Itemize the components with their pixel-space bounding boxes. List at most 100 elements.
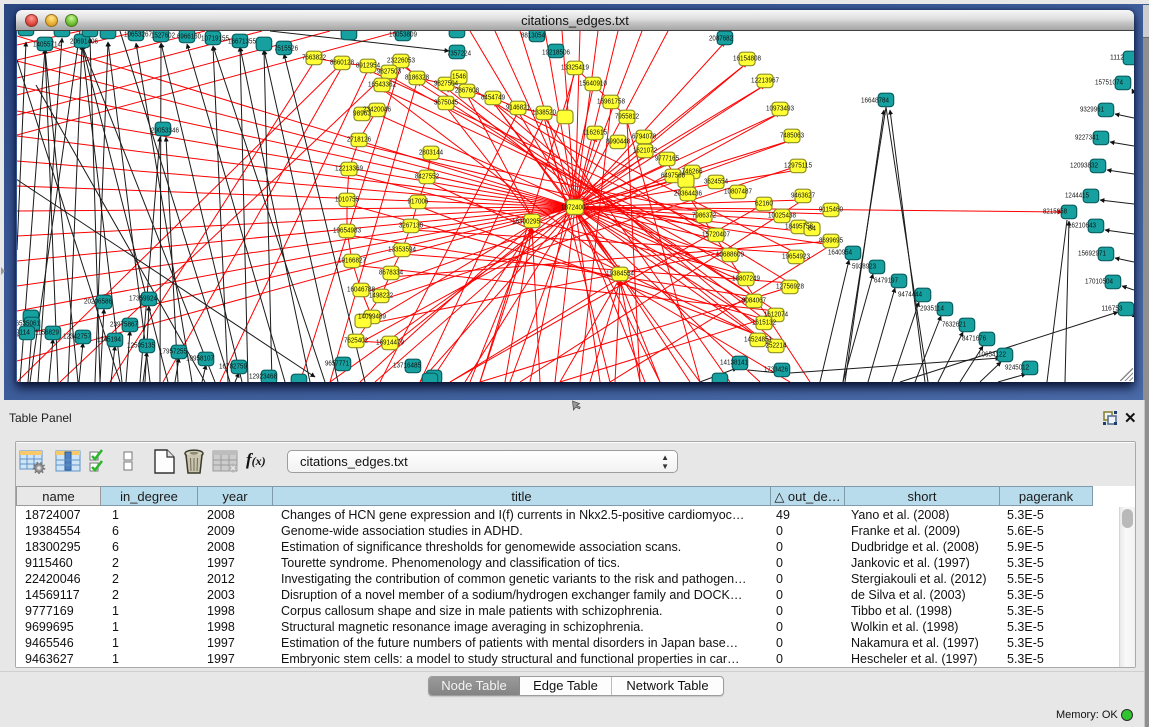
svg-text:9115460: 9115460 bbox=[819, 205, 843, 214]
svg-text:3624554: 3624554 bbox=[704, 177, 728, 186]
svg-text:6479197: 6479197 bbox=[874, 276, 898, 285]
svg-text:20691406: 20691406 bbox=[70, 37, 98, 46]
svg-text:17010504: 17010504 bbox=[1085, 277, 1113, 286]
svg-text:252214: 252214 bbox=[766, 341, 787, 350]
svg-text:12213967: 12213967 bbox=[751, 76, 779, 85]
svg-text:9084067: 9084067 bbox=[742, 296, 766, 305]
svg-text:2867608: 2867608 bbox=[455, 86, 479, 95]
svg-text:17957255: 17957255 bbox=[159, 347, 187, 356]
svg-text:2803144: 2803144 bbox=[419, 148, 443, 157]
svg-text:16210643: 16210643 bbox=[1068, 221, 1096, 230]
svg-text:9329961: 9329961 bbox=[1080, 105, 1104, 114]
svg-text:20364436: 20364436 bbox=[674, 189, 702, 198]
svg-text:8813054: 8813054 bbox=[521, 31, 545, 40]
svg-text:8990448: 8990448 bbox=[606, 137, 630, 146]
svg-text:15640910: 15640910 bbox=[579, 79, 607, 88]
svg-text:18300295: 18300295 bbox=[512, 217, 540, 226]
svg-text:62160: 62160 bbox=[755, 199, 773, 208]
svg-text:16648784: 16648784 bbox=[861, 96, 889, 105]
svg-text:2935114: 2935114 bbox=[920, 304, 944, 313]
svg-text:3675045: 3675045 bbox=[434, 98, 458, 107]
svg-text:917006: 917006 bbox=[408, 197, 429, 206]
svg-text:7625402: 7625402 bbox=[344, 336, 368, 345]
svg-text:10958107: 10958107 bbox=[186, 354, 214, 363]
svg-text:8678334: 8678334 bbox=[379, 268, 403, 277]
svg-text:1498222: 1498222 bbox=[369, 291, 393, 300]
svg-text:23226053: 23226053 bbox=[387, 56, 415, 65]
svg-text:12342757: 12342757 bbox=[63, 332, 91, 341]
svg-text:7485063: 7485063 bbox=[780, 131, 804, 140]
svg-text:23975867: 23975867 bbox=[110, 320, 138, 329]
svg-text:10973493: 10973493 bbox=[766, 104, 794, 113]
svg-text:9146821: 9146821 bbox=[506, 103, 530, 112]
svg-text:9777165: 9777165 bbox=[655, 154, 679, 163]
svg-text:15751074: 15751074 bbox=[1095, 78, 1123, 87]
svg-text:16914479: 16914479 bbox=[376, 338, 404, 347]
svg-text:8454749: 8454749 bbox=[481, 93, 505, 102]
svg-text:16961758: 16961758 bbox=[597, 97, 625, 106]
svg-text:8186328: 8186328 bbox=[405, 73, 429, 82]
svg-text:13716485: 13716485 bbox=[393, 361, 421, 370]
svg-text:14138141: 14138141 bbox=[720, 358, 748, 367]
svg-text:98963: 98963 bbox=[353, 109, 371, 118]
svg-text:19384554: 19384554 bbox=[606, 269, 634, 278]
svg-text:15720407: 15720407 bbox=[702, 230, 730, 239]
svg-text:9474444: 9474444 bbox=[898, 290, 922, 299]
svg-text:1010755: 1010755 bbox=[335, 195, 359, 204]
svg-text:3267130: 3267130 bbox=[399, 221, 423, 230]
svg-text:746266: 746266 bbox=[682, 167, 703, 176]
svg-text:19654923: 19654923 bbox=[782, 252, 810, 261]
svg-text:9657771: 9657771 bbox=[325, 359, 349, 368]
svg-text:29053346: 29053346 bbox=[151, 126, 179, 135]
svg-text:116753: 116753 bbox=[1102, 304, 1123, 313]
svg-text:7955812: 7955812 bbox=[615, 112, 639, 121]
svg-text:7515526: 7515526 bbox=[274, 44, 298, 53]
svg-text:1145194: 1145194 bbox=[97, 335, 121, 344]
svg-text:13353594: 13353594 bbox=[388, 245, 416, 254]
svg-text:1112: 1112 bbox=[1110, 53, 1124, 62]
svg-text:1733426: 1733426 bbox=[764, 365, 788, 374]
svg-text:15692971: 15692971 bbox=[1078, 249, 1106, 258]
svg-text:16154808: 16154808 bbox=[733, 54, 761, 63]
svg-text:19654983: 19654983 bbox=[333, 226, 361, 235]
svg-text:16671355: 16671355 bbox=[228, 37, 256, 46]
svg-text:16782759: 16782759 bbox=[219, 362, 247, 371]
svg-text:9463627: 9463627 bbox=[791, 191, 815, 200]
svg-text:2718126: 2718126 bbox=[347, 135, 371, 144]
svg-text:12213369: 12213369 bbox=[335, 164, 363, 173]
svg-text:17359924: 17359924 bbox=[129, 294, 157, 303]
svg-text:26535061: 26535061 bbox=[17, 319, 40, 328]
svg-text:1546: 1546 bbox=[452, 72, 466, 81]
svg-text:7663822: 7663822 bbox=[302, 53, 326, 62]
svg-text:10654122: 10654122 bbox=[978, 350, 1006, 359]
svg-text:19218506: 19218506 bbox=[542, 48, 570, 57]
svg-text:10653267: 10653267 bbox=[124, 31, 152, 39]
svg-text:9245012: 9245012 bbox=[1005, 363, 1029, 372]
svg-text:7986372: 7986372 bbox=[692, 211, 716, 220]
svg-text:8860128: 8860128 bbox=[330, 58, 354, 67]
svg-text:12756928: 12756928 bbox=[776, 282, 804, 291]
svg-text:84: 84 bbox=[808, 224, 816, 233]
svg-text:12505135: 12505135 bbox=[127, 341, 155, 350]
svg-text:1615132: 1615132 bbox=[752, 318, 776, 327]
svg-text:14055714: 14055714 bbox=[33, 40, 61, 49]
svg-text:1621072: 1621072 bbox=[633, 146, 657, 155]
svg-text:8699695: 8699695 bbox=[819, 236, 843, 245]
svg-text:18724007: 18724007 bbox=[561, 203, 589, 212]
svg-text:12923468: 12923468 bbox=[249, 372, 277, 381]
svg-text:7632621: 7632621 bbox=[942, 320, 966, 329]
svg-text:10025438: 10025438 bbox=[768, 211, 796, 220]
svg-text:2087682: 2087682 bbox=[709, 34, 733, 43]
svg-text:8215958: 8215958 bbox=[1043, 207, 1067, 216]
svg-text:18807249: 18807249 bbox=[732, 274, 760, 283]
svg-text:10807487: 10807487 bbox=[724, 187, 752, 196]
svg-text:16543362: 16543362 bbox=[368, 80, 396, 89]
svg-text:6966160: 6966160 bbox=[177, 32, 201, 41]
svg-text:1640954: 1640954 bbox=[828, 248, 852, 257]
svg-text:1527602: 1527602 bbox=[151, 31, 175, 40]
svg-text:9227341: 9227341 bbox=[1075, 133, 1099, 142]
svg-text:10719155: 10719155 bbox=[201, 34, 229, 43]
svg-text:39114: 39114 bbox=[17, 328, 30, 337]
svg-text:13325419: 13325419 bbox=[561, 63, 589, 72]
svg-text:9827503: 9827503 bbox=[377, 67, 401, 76]
